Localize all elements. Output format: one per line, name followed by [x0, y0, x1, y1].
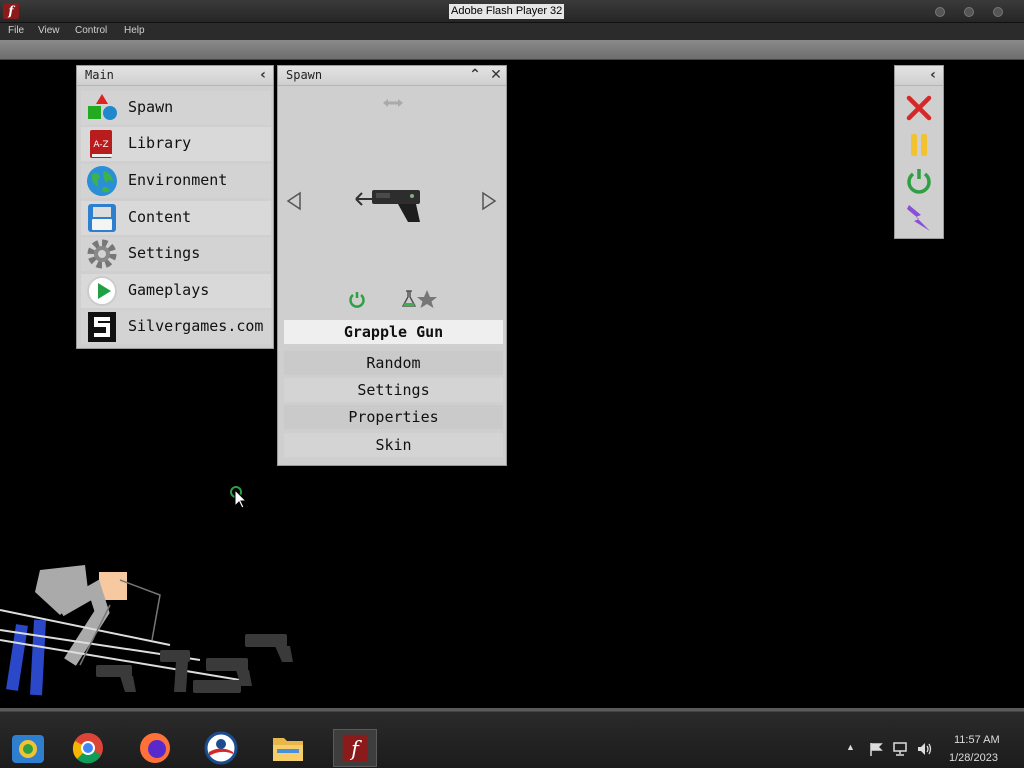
shapes-icon: [88, 94, 117, 120]
firefox-icon[interactable]: [134, 728, 176, 768]
chevron-up-icon[interactable]: ⌃: [465, 66, 485, 86]
resize-arrow-icon[interactable]: [381, 97, 405, 109]
lightning-icon[interactable]: [905, 203, 933, 233]
clock-time[interactable]: 11:57 AM: [954, 734, 1000, 746]
side-toolbar-header[interactable]: ‹: [895, 66, 943, 86]
clock-date[interactable]: 1/28/2023: [949, 752, 998, 764]
option-properties[interactable]: Properties: [284, 405, 503, 429]
grapple-gun-item: [160, 650, 190, 692]
mouse-cursor-icon: [230, 486, 248, 509]
previous-arrow-icon[interactable]: [286, 191, 302, 211]
gear-icon: [87, 239, 117, 269]
main-item-environment[interactable]: Environment: [81, 164, 271, 198]
close-x-icon[interactable]: [905, 94, 933, 122]
close-window-button[interactable]: [993, 7, 1003, 17]
windows-taskbar: f ▲ 11:57 AM 1/28/2023: [0, 711, 1024, 768]
window-title: Adobe Flash Player 32: [449, 4, 565, 19]
option-settings[interactable]: Settings: [284, 378, 503, 402]
selected-spawn-item[interactable]: Grapple Gun: [284, 320, 503, 344]
grapple-gun-item: [245, 634, 293, 662]
option-random[interactable]: Random: [284, 351, 503, 375]
action-center-flag-icon[interactable]: [868, 741, 884, 757]
potion-star-icon[interactable]: [400, 288, 440, 310]
grapple-gun-item: [193, 680, 241, 693]
pause-icon[interactable]: [905, 131, 933, 159]
network-icon[interactable]: [892, 741, 910, 757]
grapple-gun-preview-icon: [355, 190, 420, 222]
menu-bar: File View Control Help: [0, 23, 1024, 40]
menu-help[interactable]: Help: [124, 25, 145, 36]
file-explorer-icon[interactable]: [267, 728, 309, 768]
next-arrow-icon[interactable]: [481, 191, 497, 211]
main-item-gameplays[interactable]: Gameplays: [81, 274, 271, 308]
windows-explorer-icon[interactable]: [7, 728, 49, 768]
power-icon[interactable]: [905, 167, 933, 195]
grapple-gun-item: [96, 665, 136, 692]
main-item-label: Settings: [128, 244, 201, 262]
main-item-content[interactable]: Content: [81, 201, 271, 235]
main-panel: Main ‹ Spawn A-Z Library Environment Con…: [76, 65, 274, 349]
side-toolbar: ‹: [894, 65, 944, 239]
maximize-button[interactable]: [964, 7, 974, 17]
main-item-silvergames[interactable]: Silvergames.com: [81, 310, 271, 344]
main-item-label: Library: [128, 134, 192, 152]
flash-app-icon: f: [3, 3, 19, 19]
menu-file[interactable]: File: [8, 25, 24, 36]
svg-text:A-Z: A-Z: [93, 140, 108, 150]
chrome-icon[interactable]: [67, 728, 109, 768]
tray-overflow-chevron-icon[interactable]: ▲: [846, 742, 855, 752]
collapse-chevron-left-icon[interactable]: ‹: [923, 66, 943, 86]
main-panel-header[interactable]: Main ‹: [77, 66, 273, 86]
main-item-label: Environment: [128, 171, 228, 189]
window-titlebar[interactable]: f Adobe Flash Player 32: [0, 0, 1024, 23]
main-item-label: Gameplays: [128, 281, 210, 299]
collapse-chevron-left-icon[interactable]: ‹: [253, 66, 273, 86]
spawn-panel-header[interactable]: Spawn ⌃ ✕: [278, 66, 506, 86]
spawn-panel: Spawn ⌃ ✕ Grapple Gun Random Settings Pr…: [277, 65, 507, 466]
main-item-label: Content: [128, 208, 192, 226]
spawn-panel-title: Spawn: [286, 68, 323, 82]
main-item-library[interactable]: A-Z Library: [81, 127, 271, 161]
volume-icon[interactable]: [916, 741, 934, 757]
close-icon[interactable]: ✕: [486, 66, 506, 86]
floppy-disk-icon: [88, 204, 116, 232]
option-skin[interactable]: Skin: [284, 433, 503, 457]
menu-view[interactable]: View: [38, 25, 60, 36]
globe-icon: [87, 166, 117, 196]
ragdoll-scene[interactable]: [0, 550, 310, 710]
flash-player-icon[interactable]: f: [333, 729, 377, 767]
book-az-icon: A-Z: [90, 130, 112, 158]
silvergames-logo-icon: [88, 312, 116, 342]
menu-control[interactable]: Control: [75, 25, 107, 36]
main-item-label: Spawn: [128, 98, 174, 116]
game-top-strip: [0, 40, 1024, 60]
main-item-label: Silvergames.com: [128, 317, 264, 335]
main-item-settings[interactable]: Settings: [81, 237, 271, 271]
main-item-spawn[interactable]: Spawn: [81, 91, 271, 125]
play-icon: [87, 276, 117, 306]
minimize-button[interactable]: [935, 7, 945, 17]
obama-logo-icon[interactable]: [200, 728, 242, 768]
main-panel-title: Main: [85, 68, 114, 82]
respawn-power-icon[interactable]: [347, 289, 367, 309]
